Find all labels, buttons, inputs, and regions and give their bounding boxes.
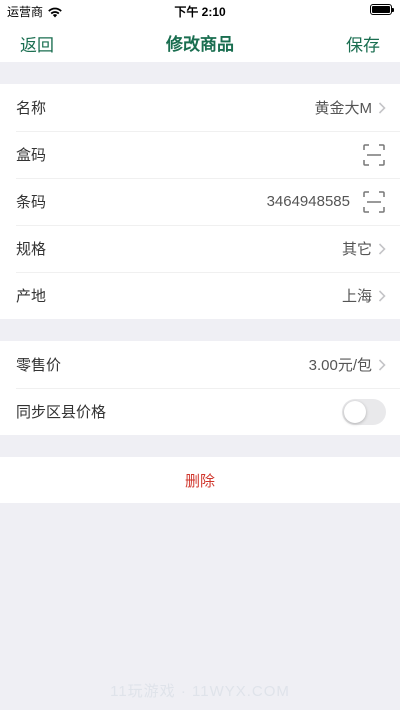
name-row[interactable]: 名称 黄金大M [0, 84, 400, 131]
sync-county-toggle[interactable] [342, 398, 386, 425]
barcode-row[interactable]: 条码 3464948585 [0, 178, 400, 225]
sync-county-row: 同步区县价格 [0, 388, 400, 435]
spec-label: 规格 [16, 241, 47, 258]
spec-row[interactable]: 规格 其它 [0, 225, 400, 272]
nav-bar: 返回 修改商品 保存 [0, 22, 400, 62]
page-title: 修改商品 [166, 34, 234, 54]
scan-icon[interactable] [362, 143, 386, 167]
barcode-value: 3464948585 [266, 193, 350, 210]
product-info-group: 名称 黄金大M 盒码 条码 3464948585 规格 其它 产地 上海 [0, 84, 400, 319]
watermark: 11玩游戏 · 11WYX.COM [110, 683, 290, 700]
box-code-label: 盒码 [16, 147, 47, 164]
name-value: 黄金大M [314, 100, 373, 117]
delete-button[interactable]: 删除 [0, 457, 400, 503]
chevron-right-icon [378, 358, 386, 371]
origin-label: 产地 [16, 288, 47, 305]
toggle-knob [344, 400, 366, 423]
retail-price-row[interactable]: 零售价 3.00元/包 [0, 341, 400, 388]
spec-value: 其它 [341, 241, 372, 258]
chevron-right-icon [378, 289, 386, 302]
barcode-label: 条码 [16, 194, 47, 211]
battery-icon [370, 4, 394, 15]
status-bar: 运营商 下午 2:10 [0, 0, 400, 22]
retail-price-value: 3.00元/包 [308, 357, 372, 374]
pricing-group: 零售价 3.00元/包 同步区县价格 [0, 341, 400, 435]
origin-row[interactable]: 产地 上海 [0, 272, 400, 319]
scan-icon[interactable] [362, 190, 386, 214]
back-button[interactable]: 返回 [20, 31, 54, 56]
status-time: 下午 2:10 [174, 5, 226, 19]
retail-price-label: 零售价 [16, 357, 62, 374]
name-label: 名称 [16, 100, 47, 117]
save-button[interactable]: 保存 [346, 31, 380, 56]
origin-value: 上海 [341, 288, 372, 305]
chevron-right-icon [378, 242, 386, 255]
box-code-row[interactable]: 盒码 [0, 131, 400, 178]
sync-county-label: 同步区县价格 [16, 404, 107, 421]
chevron-right-icon [378, 101, 386, 114]
